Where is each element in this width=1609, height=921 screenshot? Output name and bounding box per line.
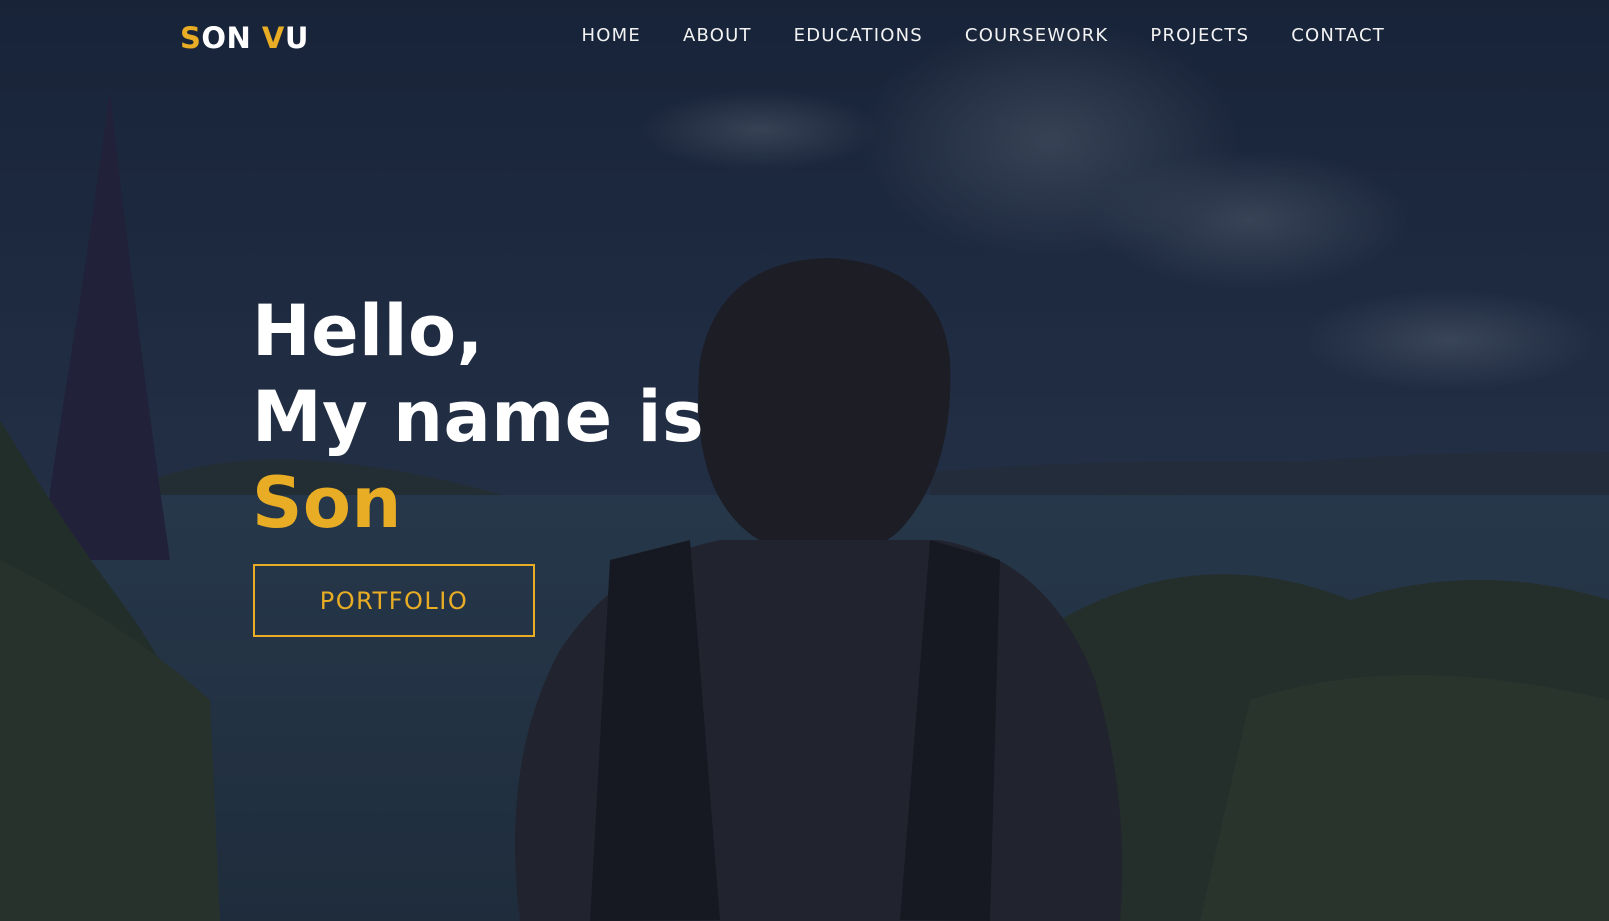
hero-intro: Hello, My name is Son — [252, 288, 704, 546]
nav-contact[interactable]: CONTACT — [1291, 24, 1385, 48]
nav-menu: HOME ABOUT EDUCATIONS COURSEWORK PROJECT… — [582, 24, 1385, 48]
nav-home[interactable]: HOME — [582, 24, 641, 48]
portfolio-button[interactable]: PORTFOLIO — [253, 564, 535, 637]
hero-photo — [0, 0, 1609, 921]
hero-name: Son — [252, 462, 402, 544]
nav-about[interactable]: ABOUT — [683, 24, 752, 48]
logo-letter-v: V — [261, 21, 285, 55]
top-nav: SON VU HOME ABOUT EDUCATIONS COURSEWORK … — [0, 0, 1609, 74]
hero-line-name-is: My name is — [252, 376, 705, 458]
nav-projects[interactable]: PROJECTS — [1150, 24, 1249, 48]
logo-letter-s: S — [180, 21, 202, 55]
brand-logo[interactable]: SON VU — [180, 20, 309, 56]
hero-background — [0, 0, 1609, 921]
logo-text-u: U — [284, 21, 309, 55]
hero-greeting: Hello, — [252, 290, 484, 372]
nav-coursework[interactable]: COURSEWORK — [965, 24, 1109, 48]
logo-text-on: ON — [201, 21, 262, 55]
nav-educations[interactable]: EDUCATIONS — [794, 24, 923, 48]
